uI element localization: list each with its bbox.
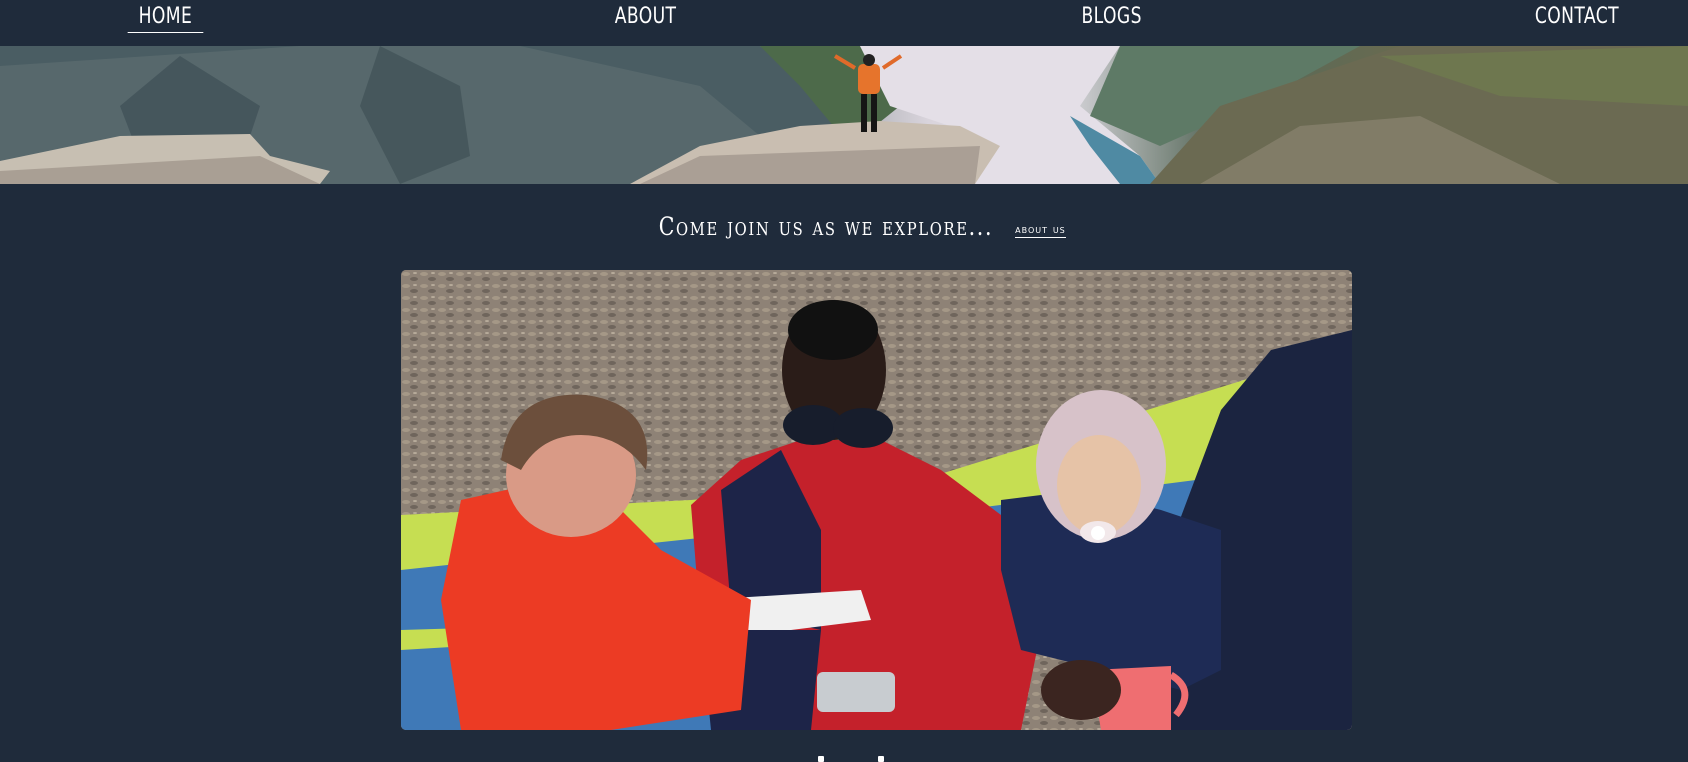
family-hammock-image [401,270,1352,730]
hero-banner [0,46,1688,184]
nav-contact-link[interactable]: CONTACT [1524,4,1630,32]
nav-home-link[interactable]: HOME [127,4,204,33]
about-us-link[interactable]: about us [1015,222,1066,238]
intro-tagline: Come join us as we explore... [658,212,994,241]
intro-section: Come join us as we explore... about us [0,212,1688,241]
nav-blogs-link[interactable]: BLOGS [1071,4,1153,32]
featured-photo [401,270,1352,730]
nav-about-link[interactable]: ABOUT [604,4,688,32]
hero-mountain-image [0,46,1688,184]
main-nav: HOME ABOUT BLOGS CONTACT [0,0,1688,46]
next-section-heading-clipped [818,752,908,762]
